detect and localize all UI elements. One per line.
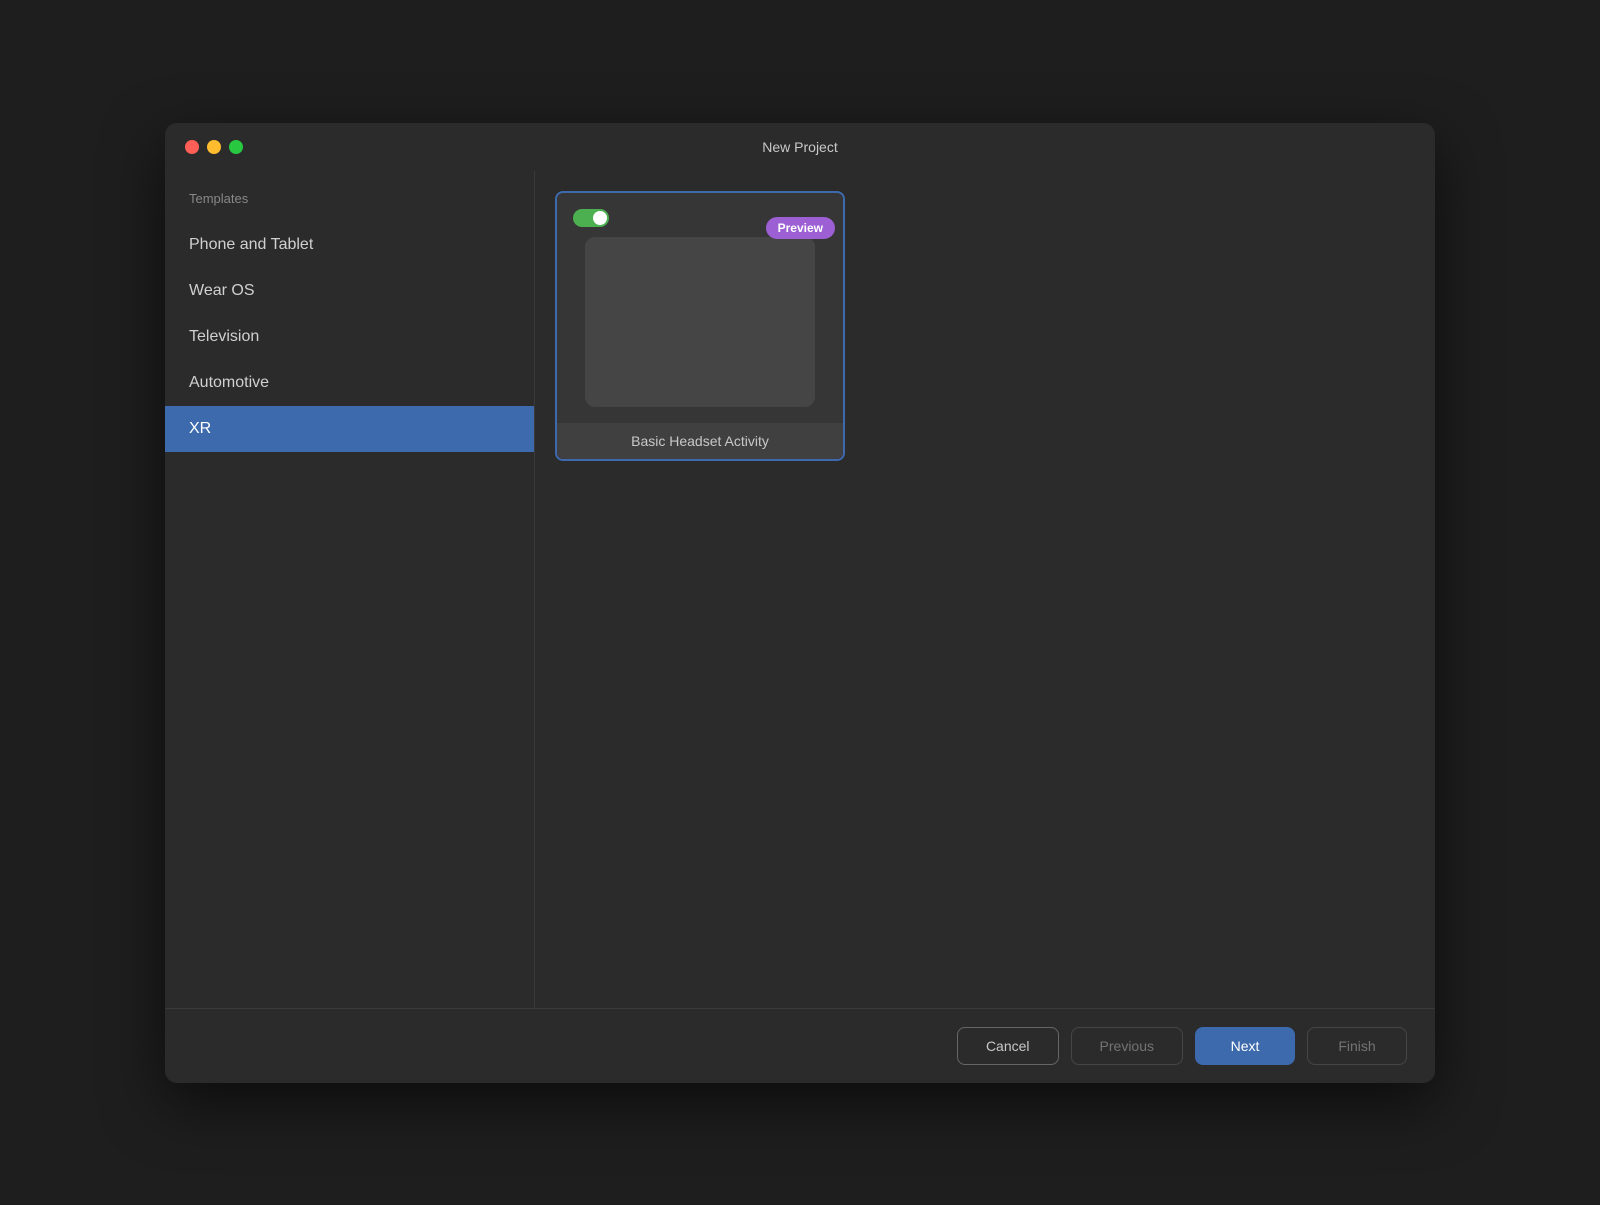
sidebar-item-television[interactable]: Television [165,314,534,360]
title-bar: New Project [165,123,1435,171]
previous-button[interactable]: Previous [1071,1027,1183,1065]
preview-toggle-row: Preview [573,209,827,227]
next-button[interactable]: Next [1195,1027,1295,1065]
minimize-button[interactable] [207,140,221,154]
sidebar-item-xr[interactable]: XR [165,406,534,452]
preview-badge: Preview [766,217,835,239]
templates-grid: Preview Basic Headset Activity [555,191,1415,461]
maximize-button[interactable] [229,140,243,154]
sidebar-item-phone-tablet[interactable]: Phone and Tablet [165,222,534,268]
template-thumbnail [585,237,815,407]
new-project-dialog: New Project Templates Phone and Tablet W… [165,123,1435,1083]
sidebar-item-wear-os[interactable]: Wear OS [165,268,534,314]
template-card-preview: Preview [557,193,843,423]
window-controls [185,140,243,154]
preview-toggle[interactable] [573,209,609,227]
sidebar-item-automotive[interactable]: Automotive [165,360,534,406]
dialog-title: New Project [762,139,837,155]
toggle-knob [593,211,607,225]
cancel-button[interactable]: Cancel [957,1027,1059,1065]
content-area: Templates Phone and Tablet Wear OS Telev… [165,171,1435,1008]
sidebar-label: Templates [165,191,534,222]
main-area: Preview Basic Headset Activity [535,171,1435,1008]
template-card-basic-headset-activity[interactable]: Preview Basic Headset Activity [555,191,845,461]
sidebar: Templates Phone and Tablet Wear OS Telev… [165,171,535,1008]
close-button[interactable] [185,140,199,154]
finish-button[interactable]: Finish [1307,1027,1407,1065]
template-card-label: Basic Headset Activity [557,423,843,459]
footer: Cancel Previous Next Finish [165,1008,1435,1083]
